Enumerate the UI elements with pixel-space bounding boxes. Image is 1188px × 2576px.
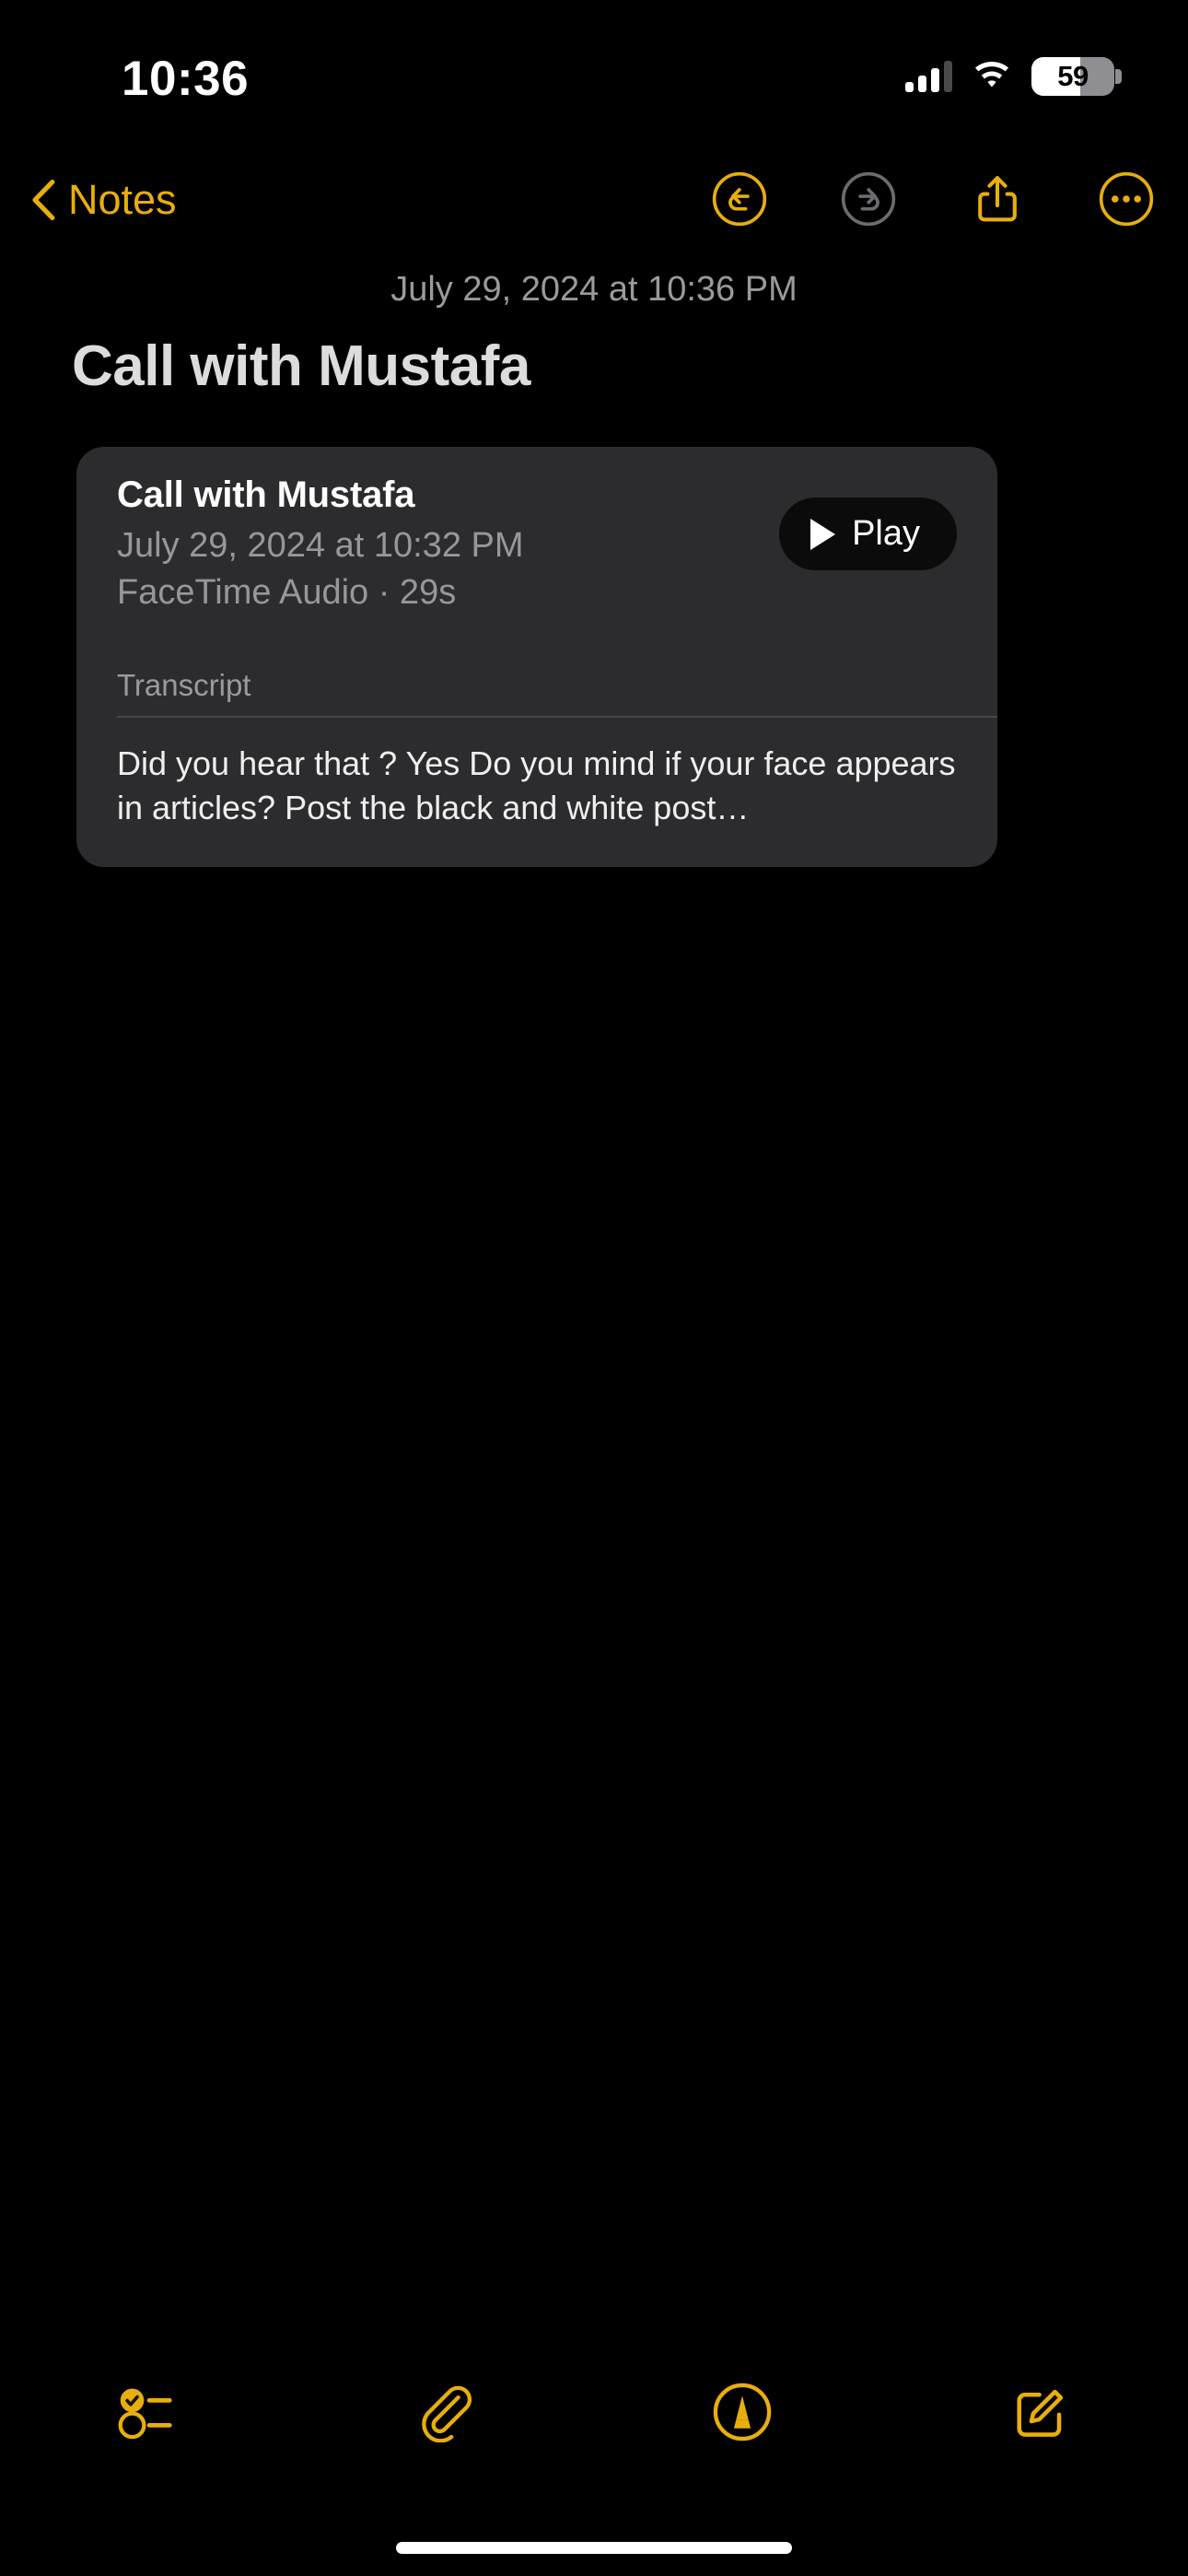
back-button-label: Notes [68, 176, 177, 223]
audio-card-meta: FaceTime Audio · 29s [117, 573, 457, 612]
transcript-label: Transcript [117, 668, 251, 702]
paperclip-icon [421, 2385, 472, 2442]
status-bar-indicators: 59 [905, 57, 1122, 96]
attachment-button[interactable] [297, 2382, 595, 2442]
play-button-label: Play [852, 514, 920, 553]
audio-card-header: Call with Mustafa July 29, 2024 at 10:32… [76, 447, 997, 629]
battery-percent-label: 59 [1057, 60, 1089, 92]
status-bar: 10:36 59 [0, 0, 1188, 138]
compose-square-pencil-icon [1017, 2389, 1063, 2437]
play-button[interactable]: Play [779, 498, 957, 570]
transcript-text: Did you hear that ? Yes Do you mind if y… [117, 744, 956, 826]
nav-action-group [711, 170, 1155, 228]
markup-pen-circle-icon [714, 2383, 772, 2441]
wifi-icon [974, 62, 1009, 88]
audio-recording-card[interactable]: Call with Mustafa July 29, 2024 at 10:32… [76, 447, 997, 867]
markup-button[interactable] [594, 2382, 891, 2442]
chevron-left-icon [32, 180, 55, 220]
play-triangle-icon [810, 518, 836, 550]
cellular-bars-icon [905, 61, 952, 92]
back-to-notes-button[interactable]: Notes [31, 176, 177, 224]
checklist-icon [118, 2388, 172, 2440]
home-indicator [396, 2542, 792, 2554]
notes-note-screen: 10:36 59 Notes July 29, 2024 at 10:36 PM… [0, 0, 1188, 2576]
battery-icon: 59 [1031, 57, 1122, 96]
redo-circle-icon[interactable] [840, 170, 897, 228]
bottom-toolbar [0, 2357, 1188, 2467]
page-title: Call with Mustafa [72, 334, 530, 398]
note-date: July 29, 2024 at 10:36 PM [390, 270, 798, 309]
ellipsis-circle-icon[interactable] [1098, 170, 1155, 228]
undo-circle-icon[interactable] [711, 170, 768, 228]
navigation-bar: Notes [0, 170, 1188, 267]
status-bar-time: 10:36 [122, 52, 250, 106]
compose-button[interactable] [891, 2382, 1188, 2442]
share-icon[interactable] [969, 170, 1026, 228]
checklist-button[interactable] [0, 2382, 297, 2442]
